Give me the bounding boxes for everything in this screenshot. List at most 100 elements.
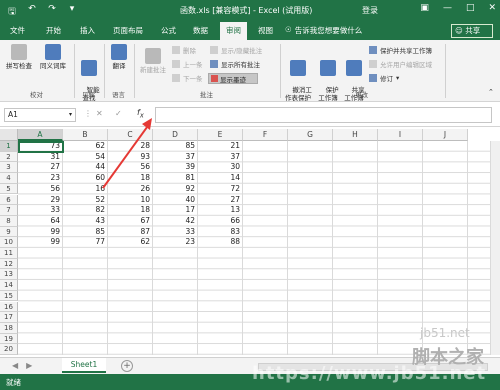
column-header-g[interactable]: G [288,129,333,141]
collapse-ribbon-icon[interactable]: ⌃ [488,88,494,96]
vertical-scrollbar[interactable] [490,141,500,355]
row-header-2[interactable]: 2 [0,151,18,163]
ribbon-options-icon[interactable]: ▣ [420,3,429,13]
cell-e1[interactable]: 21 [198,141,243,152]
column-header-a[interactable]: A [18,129,63,141]
cell-e5[interactable]: 72 [198,184,243,195]
column-header-c[interactable]: C [108,129,153,141]
cell-b7[interactable]: 82 [63,205,108,216]
cell-a2[interactable]: 31 [18,152,63,163]
cell-c9[interactable]: 87 [108,227,153,238]
row-header-8[interactable]: 8 [0,215,18,227]
cell-c4[interactable]: 18 [108,173,153,184]
row-header-3[interactable]: 3 [0,162,18,174]
protect-workbook-button[interactable]: 保护 工作簿 [316,44,340,110]
row-header-4[interactable]: 4 [0,173,18,184]
row-header-17[interactable]: 17 [0,312,18,323]
cell-b3[interactable]: 44 [63,162,108,173]
insert-function-icon[interactable]: fx [137,108,144,120]
cell-a7[interactable]: 33 [18,205,63,216]
row-header-9[interactable]: 9 [0,226,18,238]
cell-e9[interactable]: 83 [198,227,243,238]
tab-page-layout[interactable]: 页面布局 [113,25,143,36]
previous-comment-button[interactable]: 上一条 [172,59,203,69]
column-header-e[interactable]: E [198,129,243,141]
enter-icon[interactable]: ✓ [115,109,122,118]
row-header-10[interactable]: 10 [0,237,18,248]
cell-d9[interactable]: 33 [153,227,198,238]
share-button[interactable]: ☺ 共享 [451,24,493,38]
row-header-18[interactable]: 18 [0,322,18,334]
show-all-comments-button[interactable]: 显示所有批注 [210,59,260,69]
cell-d1[interactable]: 85 [153,141,198,152]
cell-a6[interactable]: 29 [18,195,63,206]
cell-b9[interactable]: 85 [63,227,108,238]
cell-d7[interactable]: 17 [153,205,198,216]
tab-view[interactable]: 视图 [258,25,273,36]
next-comment-button[interactable]: 下一条 [172,73,203,83]
cell-e10[interactable]: 88 [198,237,243,248]
cell-e8[interactable]: 66 [198,216,243,227]
cell-b1[interactable]: 62 [63,141,108,152]
track-changes-button[interactable]: 修订 ▾ [369,73,399,83]
cell-b4[interactable]: 60 [63,173,108,184]
cell-a10[interactable]: 99 [18,237,63,248]
login-link[interactable]: 登录 [362,5,378,16]
name-box[interactable]: A1 ▾ [4,108,76,122]
column-header-j[interactable]: J [423,129,468,141]
protect-share-button[interactable]: 保护并共享工作簿 [369,45,432,55]
cell-c10[interactable]: 62 [108,237,153,248]
tab-home[interactable]: 开始 [46,25,61,36]
customize-icon[interactable]: ▾ [66,4,78,20]
cell-e4[interactable]: 14 [198,173,243,184]
cell-c2[interactable]: 93 [108,152,153,163]
row-header-11[interactable]: 11 [0,248,18,259]
sheet-tab-sheet1[interactable]: Sheet1 [62,358,106,373]
undo-icon[interactable]: ↶ [26,4,38,20]
cell-e3[interactable]: 30 [198,162,243,173]
cell-d4[interactable]: 81 [153,173,198,184]
allow-edit-ranges-button[interactable]: 允许用户编辑区域 [369,59,432,69]
cell-c7[interactable]: 18 [108,205,153,216]
row-header-16[interactable]: 16 [0,301,18,313]
row-header-15[interactable]: 15 [0,290,18,302]
row-header-20[interactable]: 20 [0,344,18,355]
minimize-icon[interactable]: — [443,3,452,13]
unprotect-sheet-button[interactable]: 撤消工 作表保护 [283,44,313,110]
column-header-d[interactable]: D [153,129,198,141]
cell-c3[interactable]: 56 [108,162,153,173]
cell-c6[interactable]: 10 [108,195,153,206]
smart-lookup-button[interactable]: 智能 查找 [78,44,100,110]
cancel-icon[interactable]: ✕ [96,109,103,118]
redo-icon[interactable]: ↷ [46,4,58,20]
column-header-b[interactable]: B [63,129,108,141]
cell-d5[interactable]: 92 [153,184,198,195]
row-header-13[interactable]: 13 [0,269,18,281]
thesaurus-button[interactable]: 同义词库 [36,44,70,70]
cell-a4[interactable]: 23 [18,173,63,184]
cell-d2[interactable]: 37 [153,152,198,163]
cell-e6[interactable]: 27 [198,195,243,206]
spelling-button[interactable]: 拼写检查 [4,44,34,70]
row-header-14[interactable]: 14 [0,280,18,291]
row-header-5[interactable]: 5 [0,183,18,195]
column-header-i[interactable]: I [378,129,423,141]
cell-e2[interactable]: 37 [198,152,243,163]
chevron-down-icon[interactable]: ▾ [69,109,72,121]
cell-d10[interactable]: 23 [153,237,198,248]
tab-formulas[interactable]: 公式 [161,25,176,36]
add-sheet-button[interactable]: + [121,360,133,372]
cell-a5[interactable]: 56 [18,184,63,195]
cell-b5[interactable]: 16 [63,184,108,195]
cell-e7[interactable]: 13 [198,205,243,216]
translate-button[interactable]: 翻译 [108,44,130,70]
share-workbook-button[interactable]: 共享 工作簿 [342,44,366,110]
tab-data[interactable]: 数据 [193,25,208,36]
row-header-1[interactable]: 1 [0,141,18,152]
cell-b10[interactable]: 77 [63,237,108,248]
column-header-h[interactable]: H [333,129,378,141]
show-hide-comment-button[interactable]: 显示/隐藏批注 [210,45,262,55]
tab-file[interactable]: 文件 [10,25,25,36]
prev-sheet-icon[interactable]: ◀ [12,361,18,370]
column-header-f[interactable]: F [243,129,288,141]
